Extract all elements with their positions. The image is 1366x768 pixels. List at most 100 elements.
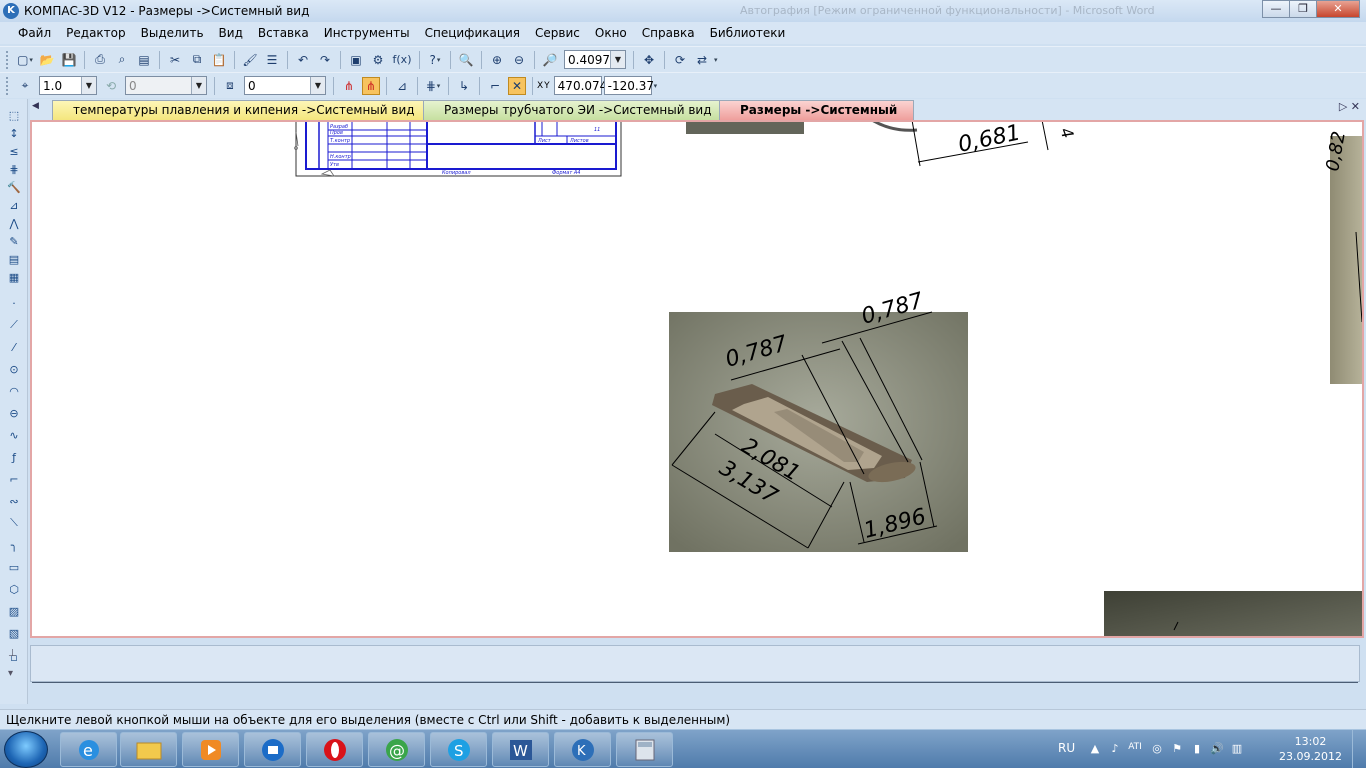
arc-icon[interactable]: ◠	[5, 383, 23, 399]
menu-insert[interactable]: Вставка	[258, 26, 309, 40]
editing-panel-icon[interactable]: ⋕	[5, 161, 23, 177]
menu-service[interactable]: Сервис	[535, 26, 580, 40]
taskbar-word[interactable]: W	[492, 732, 549, 767]
toolbar-overflow-icon[interactable]: ▾	[654, 82, 658, 90]
ellipse-icon[interactable]: ⊖	[5, 405, 23, 421]
menu-help[interactable]: Справка	[642, 26, 695, 40]
ati-icon[interactable]: ATI	[1128, 742, 1142, 756]
taskbar-media[interactable]	[182, 732, 239, 767]
insert-panel-icon[interactable]: ▦	[5, 269, 23, 285]
contour-icon[interactable]: ▧	[5, 625, 23, 641]
audio-manager-icon[interactable]: ♪	[1108, 742, 1122, 756]
layers-icon[interactable]: ⧈	[221, 77, 239, 95]
point-icon[interactable]: ·	[5, 295, 23, 311]
measure-panel-icon[interactable]: ⊿	[5, 197, 23, 213]
chamfer-icon[interactable]: ⟍	[5, 515, 23, 531]
action-center-icon[interactable]: ⚑	[1170, 742, 1184, 756]
toolbar-grip[interactable]	[6, 50, 10, 69]
menu-select[interactable]: Выделить	[141, 26, 204, 40]
menu-file[interactable]: Файл	[18, 26, 51, 40]
polygon-icon[interactable]: ⬡	[5, 581, 23, 597]
panel-options-icon[interactable]: ▾	[8, 668, 13, 679]
chevron-down-icon[interactable]: ▼	[81, 77, 96, 94]
menu-libraries[interactable]: Библиотеки	[710, 26, 786, 40]
coord-y-field[interactable]: -120.37	[603, 76, 654, 95]
spec-panel-icon[interactable]: ✎	[5, 233, 23, 249]
ortho-mode-icon[interactable]: ⌐	[486, 77, 504, 95]
minimize-button[interactable]: —	[1262, 0, 1290, 18]
grid-icon[interactable]: ⋕ ▾	[424, 77, 442, 95]
undo-icon[interactable]: ↶	[294, 51, 312, 69]
pan-icon[interactable]: ✥	[640, 51, 658, 69]
save-icon[interactable]: 💾	[60, 51, 78, 69]
local-cs-icon[interactable]: ↳	[455, 77, 473, 95]
new-document-icon[interactable]: ▢ ▾	[16, 51, 34, 69]
copy-icon[interactable]: ⧉	[188, 51, 206, 69]
geometry-panel-icon[interactable]: ⬚	[5, 107, 23, 123]
polyline-icon[interactable]: ⌐	[5, 471, 23, 487]
open-folder-icon[interactable]: 📂	[38, 51, 56, 69]
refresh-view-icon[interactable]: ⟳	[671, 51, 689, 69]
menu-window[interactable]: Окно	[595, 26, 627, 40]
maximize-button[interactable]: ❐	[1289, 0, 1317, 18]
chevron-down-icon[interactable]: ▼	[310, 77, 325, 94]
taskbar-skype[interactable]: S	[430, 732, 487, 767]
print-preview-icon[interactable]: ⌕	[113, 51, 131, 69]
parametrization-panel-icon[interactable]: 🔨	[5, 179, 23, 195]
chevron-down-icon[interactable]: ▼	[610, 51, 625, 68]
cut-icon[interactable]: ✂	[166, 51, 184, 69]
symbols-panel-icon[interactable]: ≤	[5, 143, 23, 159]
device-icon[interactable]: ▮	[1190, 742, 1204, 756]
start-button[interactable]	[4, 731, 48, 768]
hatch-icon[interactable]: ▨	[5, 603, 23, 619]
layer-combo[interactable]: 0 ▼	[244, 76, 326, 95]
bezier-icon[interactable]: ∾	[5, 493, 23, 509]
show-desktop-button[interactable]	[1352, 730, 1366, 768]
round-mode-icon[interactable]: ✕	[508, 76, 526, 95]
select-panel-icon[interactable]: ⋀	[5, 215, 23, 231]
menu-view[interactable]: Вид	[219, 26, 243, 40]
reports-panel-icon[interactable]: ▤	[5, 251, 23, 267]
manager-icon[interactable]: ▣	[347, 51, 365, 69]
redo-icon[interactable]: ↷	[316, 51, 334, 69]
dimensions-panel-icon[interactable]: ↕	[5, 125, 23, 141]
close-button[interactable]: ✕	[1316, 0, 1360, 18]
regenerate-icon[interactable]: ⇄	[693, 51, 711, 69]
network-icon[interactable]: ▥	[1230, 742, 1244, 756]
show-hidden-icons-icon[interactable]: ▲	[1088, 742, 1102, 756]
taskbar-kompas[interactable]: K	[554, 732, 611, 767]
page-setup-icon[interactable]: ▤	[135, 51, 153, 69]
opera-tray-icon[interactable]: ◎	[1150, 742, 1164, 756]
step-combo[interactable]: 1.0 ▼	[39, 76, 97, 95]
format-brush-icon[interactable]: 🖌	[241, 51, 259, 69]
drawing-canvas[interactable]: Разраб Пров Т.контр Н.контр Утв Лист Лис…	[30, 120, 1364, 638]
menu-tools[interactable]: Инструменты	[324, 26, 410, 40]
fillet-icon[interactable]: ╮	[5, 537, 23, 553]
taskbar-app-blue[interactable]	[244, 732, 301, 767]
tabs-nav-right-close[interactable]: ▷ ✕	[1339, 100, 1360, 113]
toolbar-grip[interactable]	[6, 76, 10, 95]
paste-icon[interactable]: 📋	[210, 51, 228, 69]
function-icon[interactable]: f(x)	[391, 51, 413, 69]
zoom-combo[interactable]: 0.4097 ▼	[564, 50, 626, 69]
local-snap-icon[interactable]: ⋔	[362, 76, 380, 95]
nurbs-icon[interactable]: ƒ	[5, 449, 23, 465]
taskbar-calculator[interactable]	[616, 732, 673, 767]
print-icon[interactable]: ⎙	[91, 51, 109, 69]
taskbar-ie[interactable]: e	[60, 732, 117, 767]
help-pointer-icon[interactable]: ? ▾	[426, 51, 444, 69]
orthogonal-icon[interactable]: ⊿	[393, 77, 411, 95]
segment-icon[interactable]: ⁄	[5, 339, 23, 355]
clock[interactable]: 13:02 23.09.2012	[1279, 734, 1342, 764]
angle-icon[interactable]: ⟲	[102, 77, 120, 95]
coord-x-field[interactable]: 470.074	[553, 76, 607, 95]
snap-magnet-icon[interactable]: ⋔	[340, 77, 358, 95]
circle-icon[interactable]: ⊙	[5, 361, 23, 377]
cursor-step-icon[interactable]: ⌖	[16, 77, 34, 95]
tab-melting-temperatures[interactable]: температуры плавления и кипения ->Систем…	[52, 100, 427, 120]
language-indicator[interactable]: RU	[1058, 741, 1075, 755]
zoom-out-icon[interactable]: ⊖	[510, 51, 528, 69]
panel-pin-icon[interactable]: ⊥	[8, 648, 17, 659]
zoom-window-icon[interactable]: 🔍	[457, 51, 475, 69]
properties-icon[interactable]: ☰	[263, 51, 281, 69]
